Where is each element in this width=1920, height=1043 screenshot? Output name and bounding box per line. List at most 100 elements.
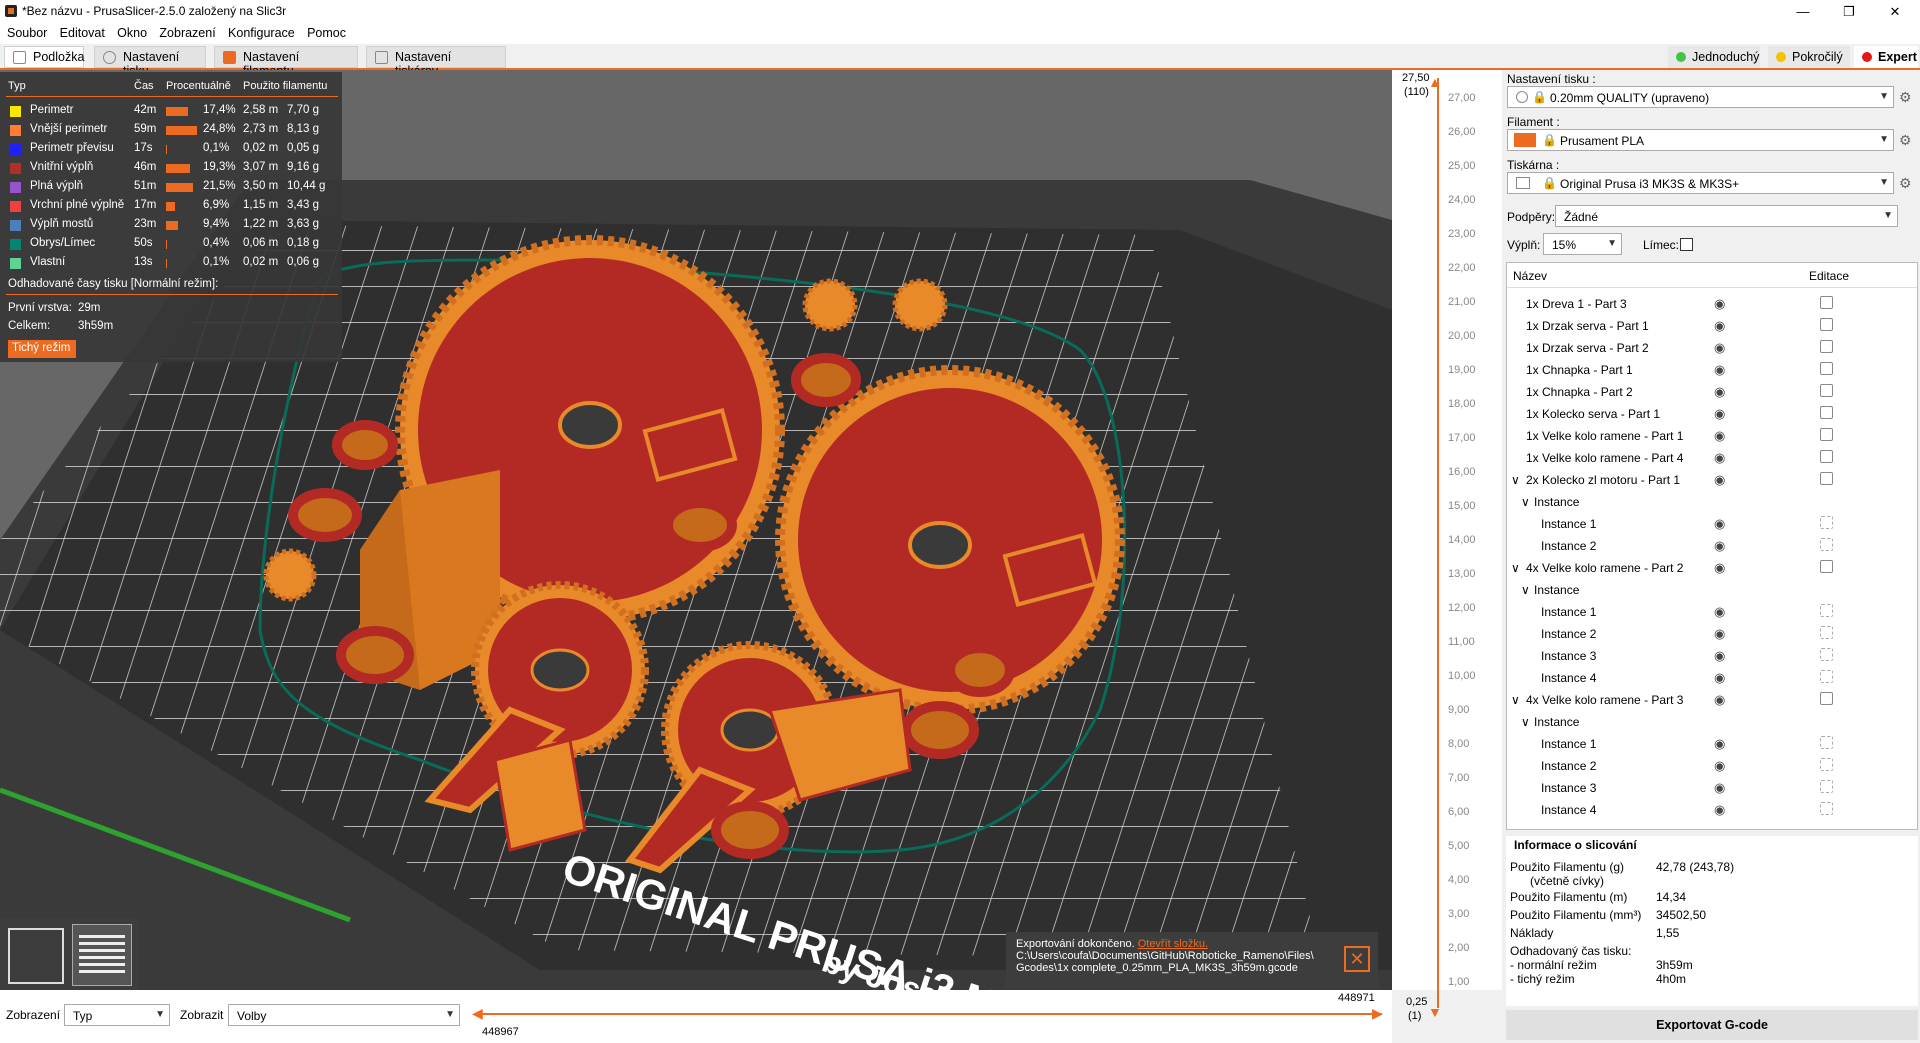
object-row[interactable]: ∨ 4x Velke kolo ramene - Part 2 ◉ — [1507, 557, 1917, 579]
eye-icon[interactable]: ◉ — [1714, 758, 1725, 774]
tab-filament-settings[interactable]: Nastavení filamentu — [214, 46, 358, 78]
legend-row[interactable]: Výplň mostů 23m 9,4% 1,22 m 3,63 g — [0, 216, 342, 235]
instance-row[interactable]: Instance 1 ◉ — [1507, 513, 1917, 535]
instance-group-row[interactable]: ∨ Instance — [1507, 579, 1917, 601]
instance-edit-icon[interactable] — [1820, 626, 1833, 639]
instance-row[interactable]: Instance 1 ◉ — [1507, 733, 1917, 755]
close-notification-icon[interactable]: ✕ — [1344, 946, 1370, 972]
eye-icon[interactable]: ◉ — [1714, 362, 1725, 378]
instance-edit-icon[interactable] — [1820, 604, 1833, 617]
legend-row[interactable]: Perimetr 42m 17,4% 2,58 m 7,70 g — [0, 102, 342, 121]
menu-file[interactable]: Soubor — [0, 24, 47, 40]
mode-advanced[interactable]: Pokročilý — [1768, 46, 1850, 68]
chevron-down-icon[interactable]: ∨ — [1521, 495, 1530, 509]
infill-combo[interactable]: 15% ▼ — [1543, 233, 1622, 255]
eye-icon[interactable]: ◉ — [1714, 428, 1725, 444]
instance-row[interactable]: Instance 2 ◉ — [1507, 623, 1917, 645]
instance-edit-icon[interactable] — [1820, 648, 1833, 661]
menu-view[interactable]: Zobrazení — [152, 24, 215, 40]
legend-row[interactable]: Plná výplň 51m 21,5% 3,50 m 10,44 g — [0, 178, 342, 197]
eye-icon[interactable]: ◉ — [1714, 736, 1725, 752]
object-row[interactable]: ∨ 4x Velke kolo ramene - Part 3 ◉ — [1507, 689, 1917, 711]
object-row[interactable]: 1x Velke kolo ramene - Part 4 ◉ — [1507, 447, 1917, 469]
eye-icon[interactable]: ◉ — [1714, 560, 1725, 576]
move-slider-track[interactable] — [476, 1013, 1382, 1015]
tab-print-settings[interactable]: Nastavení tisku — [94, 46, 206, 78]
instance-row[interactable]: Instance 1 ◉ — [1507, 601, 1917, 623]
instance-edit-icon[interactable] — [1820, 780, 1833, 793]
eye-icon[interactable]: ◉ — [1714, 604, 1725, 620]
edit-icon[interactable] — [1820, 472, 1833, 485]
chevron-down-icon[interactable]: ∨ — [1521, 715, 1530, 729]
edit-icon[interactable] — [1820, 406, 1833, 419]
edit-icon[interactable] — [1820, 450, 1833, 463]
legend-row[interactable]: Obrys/Límec 50s 0,4% 0,06 m 0,18 g — [0, 235, 342, 254]
print-settings-gear-icon[interactable]: ⚙ — [1899, 89, 1912, 106]
menu-help[interactable]: Pomoc — [300, 24, 346, 40]
legend-row[interactable]: Vnitřní výplň 46m 19,3% 3,07 m 9,16 g — [0, 159, 342, 178]
move-slider-right-handle-icon[interactable]: ▶ — [1372, 1005, 1383, 1022]
object-row[interactable]: 1x Chnapka - Part 2 ◉ — [1507, 381, 1917, 403]
close-icon[interactable]: ✕ — [1872, 0, 1918, 24]
instance-edit-icon[interactable] — [1820, 758, 1833, 771]
legend-row[interactable]: Vnější perimetr 59m 24,8% 2,73 m 8,13 g — [0, 121, 342, 140]
maximize-icon[interactable]: ❐ — [1826, 0, 1872, 24]
eye-icon[interactable]: ◉ — [1714, 626, 1725, 642]
quiet-mode-button[interactable]: Tichý režim — [8, 340, 76, 358]
object-row[interactable]: 1x Velke kolo ramene - Part 1 ◉ — [1507, 425, 1917, 447]
object-row[interactable]: 1x Chnapka - Part 1 ◉ — [1507, 359, 1917, 381]
instance-row[interactable]: Instance 3 ◉ — [1507, 645, 1917, 667]
eye-icon[interactable]: ◉ — [1714, 472, 1725, 488]
edit-icon[interactable] — [1820, 318, 1833, 331]
eye-icon[interactable]: ◉ — [1714, 670, 1725, 686]
eye-icon[interactable]: ◉ — [1714, 384, 1725, 400]
instance-row[interactable]: Instance 3 ◉ — [1507, 777, 1917, 799]
3d-view-icon[interactable] — [8, 928, 64, 984]
instance-edit-icon[interactable] — [1820, 516, 1833, 529]
edit-icon[interactable] — [1820, 362, 1833, 375]
instance-row[interactable]: Instance 4 ◉ — [1507, 667, 1917, 689]
eye-icon[interactable]: ◉ — [1714, 802, 1725, 818]
edit-icon[interactable] — [1820, 296, 1833, 309]
object-row[interactable]: 1x Drzak serva - Part 2 ◉ — [1507, 337, 1917, 359]
export-gcode-button[interactable]: Exportovat G-code — [1506, 1010, 1918, 1040]
menu-configuration[interactable]: Konfigurace — [221, 24, 295, 40]
eye-icon[interactable]: ◉ — [1714, 538, 1725, 554]
edit-icon[interactable] — [1820, 560, 1833, 573]
eye-icon[interactable]: ◉ — [1714, 296, 1725, 312]
minimize-icon[interactable]: — — [1780, 0, 1826, 24]
chevron-down-icon[interactable]: ∨ — [1521, 583, 1530, 597]
instance-group-row[interactable]: ∨ Instance — [1507, 491, 1917, 513]
eye-icon[interactable]: ◉ — [1714, 450, 1725, 466]
print-settings-combo[interactable]: 🔒 0.20mm QUALITY (upraveno) ▼ — [1507, 86, 1894, 108]
mode-simple[interactable]: Jednoduchý — [1668, 46, 1760, 68]
eye-icon[interactable]: ◉ — [1714, 340, 1725, 356]
legend-row[interactable]: Vrchní plné výplně 17m 6,9% 1,15 m 3,43 g — [0, 197, 342, 216]
view-type-combo[interactable]: Typ ▼ — [64, 1004, 170, 1026]
eye-icon[interactable]: ◉ — [1714, 648, 1725, 664]
instance-edit-icon[interactable] — [1820, 538, 1833, 551]
eye-icon[interactable]: ◉ — [1714, 780, 1725, 796]
eye-icon[interactable]: ◉ — [1714, 692, 1725, 708]
brim-checkbox[interactable] — [1680, 238, 1693, 251]
legend-row[interactable]: Perimetr převisu 17s 0,1% 0,02 m 0,05 g — [0, 140, 342, 159]
filament-gear-icon[interactable]: ⚙ — [1899, 132, 1912, 149]
object-row[interactable]: ∨ 2x Kolecko zl motoru - Part 1 ◉ — [1507, 469, 1917, 491]
menu-window[interactable]: Okno — [110, 24, 147, 40]
object-row[interactable]: 1x Dreva 1 - Part 3 ◉ — [1507, 293, 1917, 315]
chevron-down-icon[interactable]: ∨ — [1511, 561, 1520, 575]
layer-slider[interactable]: 27,50 (110) ▲ ▼ 0,25 (1) — [1392, 70, 1502, 1022]
instance-row[interactable]: Instance 2 ◉ — [1507, 535, 1917, 557]
menu-edit[interactable]: Editovat — [53, 24, 105, 40]
tab-printer-settings[interactable]: Nastavení tiskárny — [366, 46, 506, 78]
edit-icon[interactable] — [1820, 692, 1833, 705]
mode-expert[interactable]: Expert — [1854, 46, 1918, 68]
show-options-combo[interactable]: Volby ▼ — [228, 1004, 460, 1026]
instance-edit-icon[interactable] — [1820, 736, 1833, 749]
eye-icon[interactable]: ◉ — [1714, 406, 1725, 422]
chevron-down-icon[interactable]: ∨ — [1511, 473, 1520, 487]
open-folder-link[interactable]: Otevřít složku. — [1138, 938, 1208, 950]
instance-edit-icon[interactable] — [1820, 670, 1833, 683]
object-row[interactable]: 1x Drzak serva - Part 1 ◉ — [1507, 315, 1917, 337]
edit-icon[interactable] — [1820, 340, 1833, 353]
